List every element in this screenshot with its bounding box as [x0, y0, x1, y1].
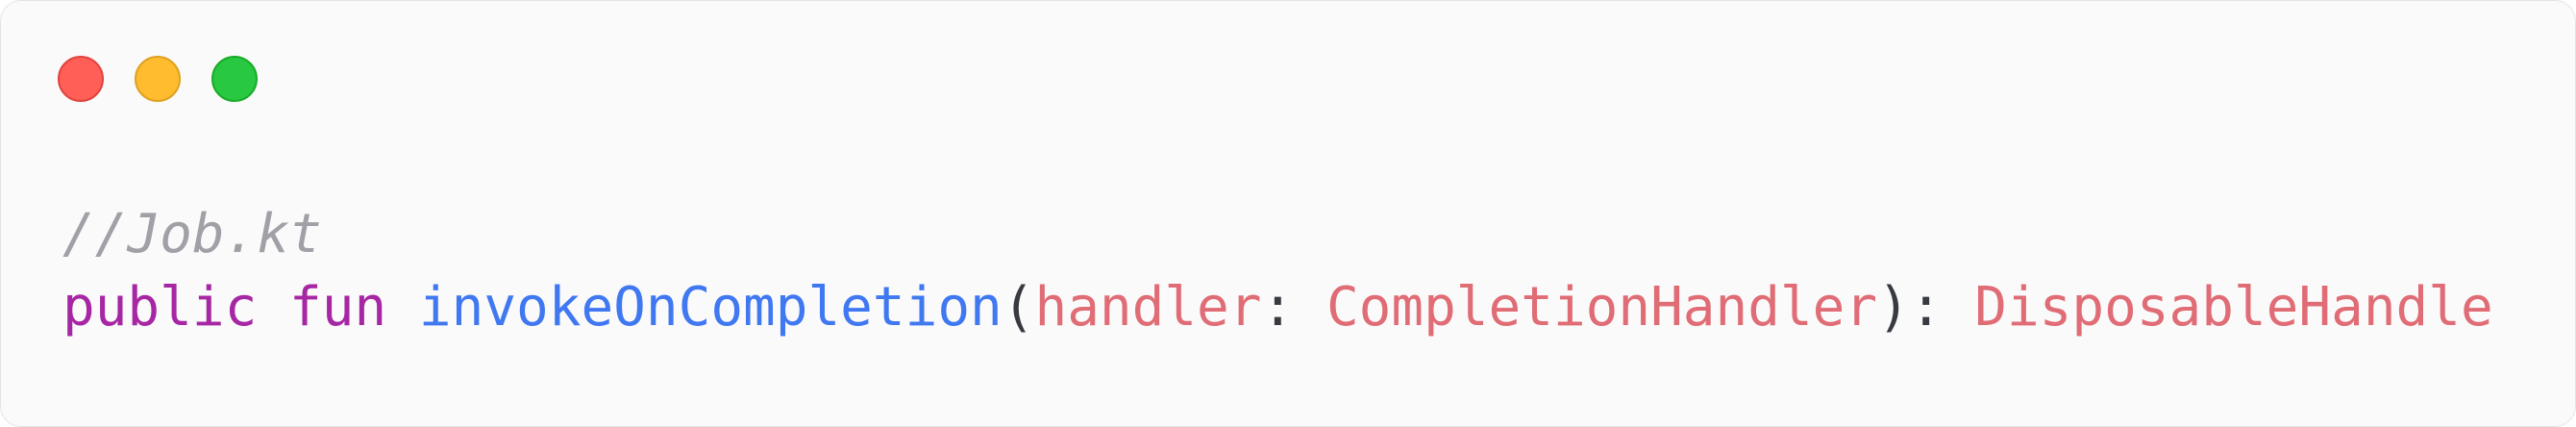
return-colon: : [1909, 276, 1975, 339]
paren-close: ) [1877, 276, 1910, 339]
file-comment: //Job.kt [62, 203, 322, 265]
code-block: //Job.kt public fun invokeOnCompletion(ha… [62, 198, 2493, 344]
zoom-dot-icon[interactable] [211, 56, 258, 102]
return-type: DisposableHandle [1974, 276, 2493, 339]
minimize-dot-icon[interactable] [135, 56, 181, 102]
paren-open: ( [1002, 276, 1035, 339]
parameter-name: handler [1034, 276, 1262, 339]
close-dot-icon[interactable] [58, 56, 104, 102]
keyword-fun: fun [289, 276, 387, 339]
code-line-comment: //Job.kt [62, 198, 2493, 271]
type-colon: : [1261, 276, 1326, 339]
code-line-signature: public fun invokeOnCompletion(handler: C… [62, 271, 2493, 344]
parameter-type: CompletionHandler [1325, 276, 1878, 339]
function-name: invokeOnCompletion [418, 276, 1003, 339]
keyword-public: public [62, 276, 258, 339]
code-window: //Job.kt public fun invokeOnCompletion(ha… [0, 0, 2576, 427]
